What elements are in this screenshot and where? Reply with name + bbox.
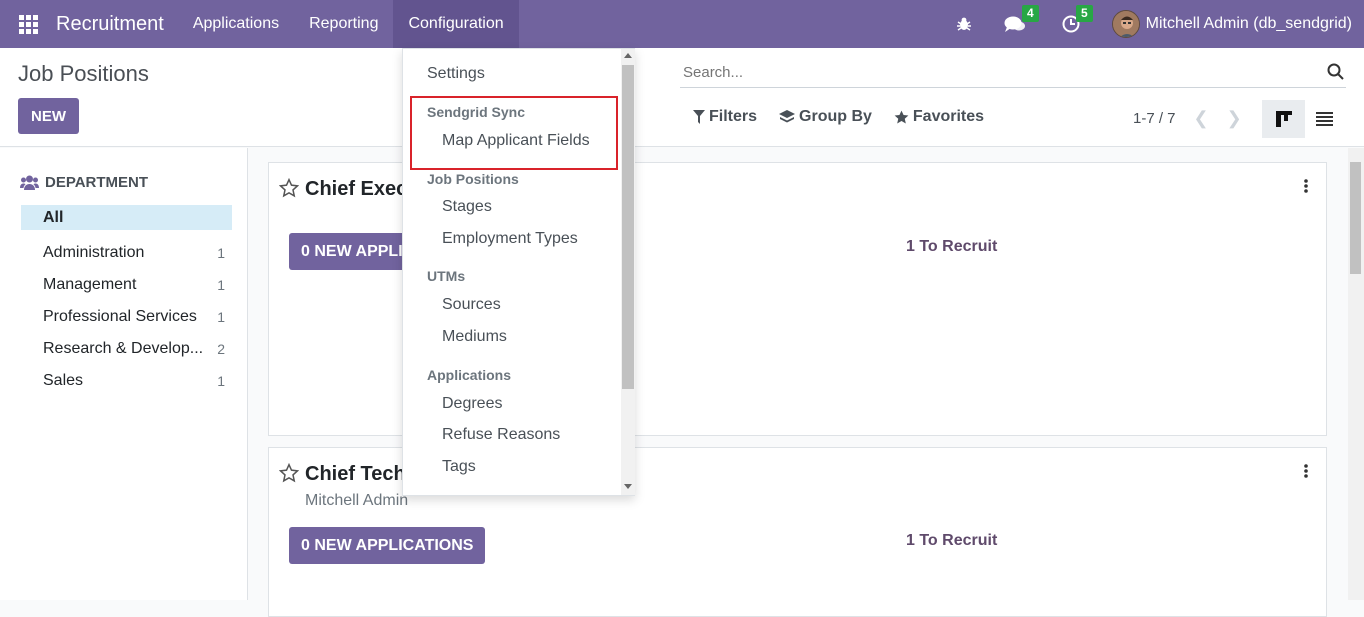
dropdown-sources[interactable]: Sources [442,296,501,314]
department-label: Management [43,276,137,293]
users-icon [20,175,39,190]
list-icon [1315,112,1333,126]
dropdown-stages[interactable]: Stages [442,198,492,216]
scroll-up-icon[interactable] [624,53,632,58]
to-recruit-link[interactable]: 1 To Recruit [906,238,997,256]
page-title: Job Positions [18,61,149,86]
main-scrollbar[interactable] [1348,148,1364,600]
department-label: Sales [43,372,84,389]
department-item-professional-services[interactable]: Professional Services 1 [21,301,232,333]
messages-icon[interactable]: 4 [1004,5,1039,33]
favorite-star-icon[interactable] [278,177,300,203]
department-label: Professional Services [43,308,197,325]
card-menu-icon[interactable] [1304,464,1308,483]
department-count: 1 [217,277,225,293]
dropdown-tags[interactable]: Tags [442,458,476,476]
department-count: 2 [217,341,225,357]
new-button[interactable]: NEW [18,98,79,134]
filters-toggle[interactable]: Filters [693,108,757,126]
scroll-down-icon[interactable] [624,484,632,489]
user-avatar[interactable] [1111,10,1140,38]
star-icon [894,110,909,123]
menu-configuration[interactable]: Configuration [393,0,519,48]
app-brand[interactable]: Recruitment [56,13,164,36]
department-sidebar: DEPARTMENT All Administration 1 Manageme… [0,148,248,600]
favorite-star-icon[interactable] [278,462,300,488]
group-by-label: Group By [799,108,872,125]
control-panel: Job Positions NEW Filters Group By Favor… [0,48,1364,147]
pager-value[interactable]: 1-7 / 7 [1133,110,1176,127]
dropdown-section-sendgrid: Sendgrid Sync [427,104,526,120]
card-menu-icon[interactable] [1304,179,1308,198]
list-view-button[interactable] [1305,100,1343,138]
configuration-dropdown: Settings Sendgrid Sync Map Applicant Fie… [402,48,635,496]
filter-icon [693,110,705,124]
activities-badge: 5 [1075,5,1093,22]
kanban-icon [1275,111,1292,127]
department-heading: DEPARTMENT [45,174,149,191]
pager-next-icon[interactable]: ❯ [1227,108,1242,129]
apps-menu-icon[interactable] [0,0,56,48]
dropdown-degrees[interactable]: Degrees [442,395,502,413]
pager-prev-icon[interactable]: ❮ [1194,108,1209,129]
to-recruit-link[interactable]: 1 To Recruit [906,532,997,550]
user-menu[interactable]: Mitchell Admin (db_sendgrid) [1146,15,1352,33]
layers-icon [779,109,796,122]
dropdown-section-utms: UTMs [427,268,466,284]
department-label: All [43,208,64,226]
menu-reporting[interactable]: Reporting [294,0,393,48]
department-item-research-development[interactable]: Research & Develop... 2 [21,333,232,365]
messages-badge: 4 [1021,5,1039,22]
menu-applications[interactable]: Applications [178,0,294,48]
dropdown-scrollbar[interactable] [621,49,635,495]
department-label: Research & Develop... [43,340,204,357]
kanban-view-button[interactable] [1262,100,1305,138]
job-responsible: Mitchell Admin [305,492,409,509]
department-item-all[interactable]: All [21,205,232,230]
search-input[interactable] [680,64,1300,81]
search-icon[interactable] [1327,63,1344,85]
department-label: Administration [43,244,145,261]
dropdown-section-applications: Applications [427,367,512,383]
activities-clock-icon[interactable]: 5 [1062,5,1093,33]
department-count: 1 [217,245,225,261]
group-by-toggle[interactable]: Group By [779,108,872,126]
search-bar [680,58,1346,88]
department-count: 1 [217,309,225,325]
debug-bug-icon[interactable] [956,16,972,32]
dropdown-section-job-positions: Job Positions [427,171,519,187]
department-item-management[interactable]: Management 1 [21,269,232,301]
filters-label: Filters [709,108,758,125]
favorites-label: Favorites [912,108,985,125]
dropdown-settings[interactable]: Settings [427,65,485,83]
favorites-toggle[interactable]: Favorites [894,108,984,126]
dropdown-map-applicant-fields[interactable]: Map Applicant Fields [442,132,590,150]
dropdown-refuse-reasons[interactable]: Refuse Reasons [442,426,560,444]
dropdown-employment-types[interactable]: Employment Types [442,230,578,248]
department-count: 1 [217,373,225,389]
top-navbar: Recruitment Applications Reporting Confi… [0,0,1364,48]
department-item-administration[interactable]: Administration 1 [21,237,232,269]
department-item-sales[interactable]: Sales 1 [21,365,232,397]
dropdown-mediums[interactable]: Mediums [442,328,507,346]
new-applications-button[interactable]: 0 NEW APPLICATIONS [289,527,486,564]
